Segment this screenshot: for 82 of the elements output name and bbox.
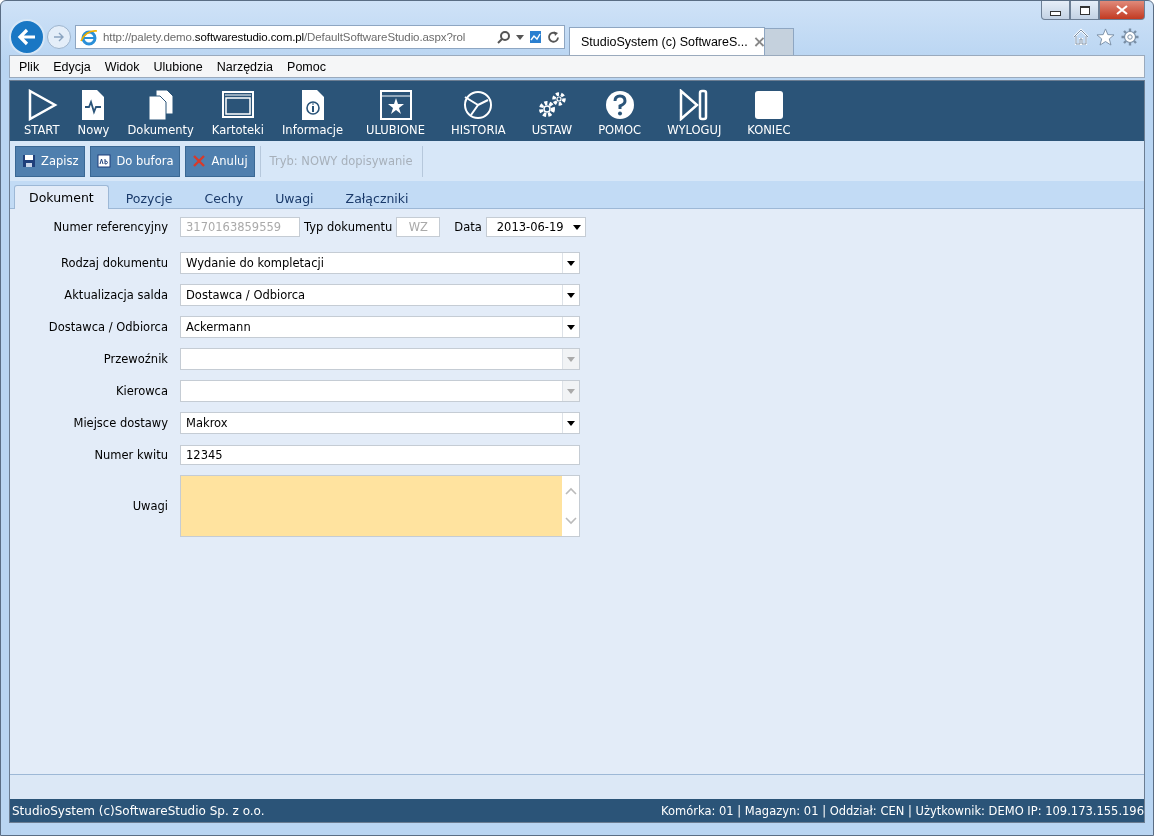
tab-close-button[interactable]: ×	[752, 32, 767, 51]
menu-item[interactable]: Widok	[104, 59, 140, 74]
field-label: Aktualizacja salda	[63, 288, 168, 302]
caret-icon[interactable]	[516, 34, 524, 40]
browser-logo-icon	[80, 28, 98, 46]
field-label: Rodzaj dokumentu	[59, 256, 168, 270]
browser-tab[interactable]: StudioSystem (c) SoftwareS... ×	[569, 27, 765, 55]
caret-icon	[567, 292, 575, 298]
caret-icon	[572, 224, 581, 230]
close-icon	[1116, 5, 1128, 15]
action-button[interactable]: Zapisz	[15, 145, 86, 177]
tab-title: StudioSystem (c) SoftwareS...	[581, 34, 748, 49]
mode-text: Tryb: NOWY dopisywanie	[268, 154, 414, 168]
square-icon	[752, 89, 785, 121]
text-field-icon	[97, 154, 112, 168]
field-label: Uwagi	[131, 499, 168, 513]
caret-icon	[567, 388, 575, 394]
menu-item[interactable]: Ulubione	[153, 59, 203, 74]
compatibility-icon[interactable]	[529, 30, 542, 44]
cross-icon	[192, 154, 207, 168]
close-button[interactable]	[1099, 1, 1145, 20]
scrollbar[interactable]	[562, 476, 579, 536]
dropdown[interactable]: Ackermann	[180, 316, 580, 338]
caret-icon	[567, 324, 575, 330]
address-bar[interactable]: http://palety.demo.softwarestudio.com.pl/DefaultSoftwareStudio.aspx?rol	[75, 25, 565, 49]
input-field[interactable]: 12345	[180, 445, 580, 465]
date-picker[interactable]: 2013-06-19	[485, 217, 586, 237]
toolbar-button[interactable]: Informacje	[273, 89, 354, 137]
arrow-left-icon	[17, 28, 37, 46]
tab[interactable]: Dokument	[14, 185, 109, 209]
toolbar-button[interactable]: Nowy	[69, 89, 120, 137]
menu-item[interactable]: Narzędzia	[216, 59, 274, 74]
tab[interactable]: Uwagi	[260, 187, 329, 209]
tab[interactable]: Załączniki	[330, 187, 424, 209]
arrow-right-icon	[53, 32, 65, 42]
star-icon[interactable]	[1096, 28, 1115, 46]
toolbar-button[interactable]: KONIEC	[734, 89, 804, 137]
dropdown[interactable]: Wydanie do kompletacji	[180, 252, 580, 274]
toolbar-button[interactable]: HISTORIA	[438, 89, 519, 137]
monitor-icon	[221, 89, 254, 121]
menu-item[interactable]: Pomoc	[287, 59, 326, 74]
search-icon[interactable]	[497, 30, 511, 44]
forward-button[interactable]	[47, 25, 71, 49]
chevron-up-icon[interactable]	[564, 487, 577, 495]
tab[interactable]: Cechy	[189, 187, 259, 209]
caret-icon	[567, 260, 575, 266]
minimize-button[interactable]	[1041, 1, 1070, 20]
dropdown[interactable]: Makrox	[180, 412, 580, 434]
field-label: Typ dokumentu	[304, 220, 393, 234]
chevron-down-icon[interactable]	[564, 517, 577, 525]
history-icon	[462, 89, 495, 121]
field-label: Numer kwitu	[93, 448, 168, 462]
toolbar-button[interactable]: Dokumenty	[119, 89, 204, 137]
toolbar-button[interactable]: POMOC	[585, 89, 655, 137]
home-icon[interactable]	[1072, 28, 1090, 46]
menu-item[interactable]: Edycja	[53, 59, 91, 74]
field-label: Data	[454, 220, 482, 234]
field-label: Miejsce dostawy	[72, 416, 168, 430]
field-label: Numer referencyjny	[52, 220, 168, 234]
toolbar-button[interactable]: WYLOGUJ	[654, 89, 735, 137]
back-button[interactable]	[9, 19, 45, 55]
menu-item[interactable]: Plik	[19, 59, 40, 74]
field-label: Kierowca	[114, 384, 168, 398]
action-button[interactable]: Do bufora	[90, 145, 181, 177]
status-info: Komórka: 01 | Magazyn: 01 | Oddział: CEN | Użytkownik: DEMO IP: 109.173.155.196	[661, 803, 1144, 818]
caret-icon	[567, 420, 575, 426]
settings-icon[interactable]	[1121, 28, 1139, 46]
dropdown[interactable]: Dostawca / Odbiorca	[180, 284, 580, 306]
toolbar-button[interactable]: USTAW	[518, 89, 586, 137]
toolbar-button[interactable]: Kartoteki	[203, 89, 274, 137]
url-text: http://palety.demo.softwarestudio.com.pl/DefaultSoftwareStudio.aspx?rol	[103, 31, 467, 43]
caret-icon	[567, 356, 575, 362]
maximize-button[interactable]	[1070, 1, 1099, 20]
toolbar-button[interactable]: ULUBIONE	[353, 89, 438, 137]
toolbar-button[interactable]: START	[16, 89, 70, 137]
refresh-icon[interactable]	[547, 30, 560, 44]
field-label: Przewoźnik	[102, 352, 168, 366]
status-text: StudioSystem (c)SoftwareStudio Sp. z o.o.	[12, 803, 265, 818]
tab[interactable]: Pozycje	[110, 187, 188, 209]
help-icon	[603, 89, 636, 121]
field-label: Dostawca / Odbiorca	[47, 320, 168, 334]
action-button[interactable]: Anuluj	[185, 145, 255, 177]
